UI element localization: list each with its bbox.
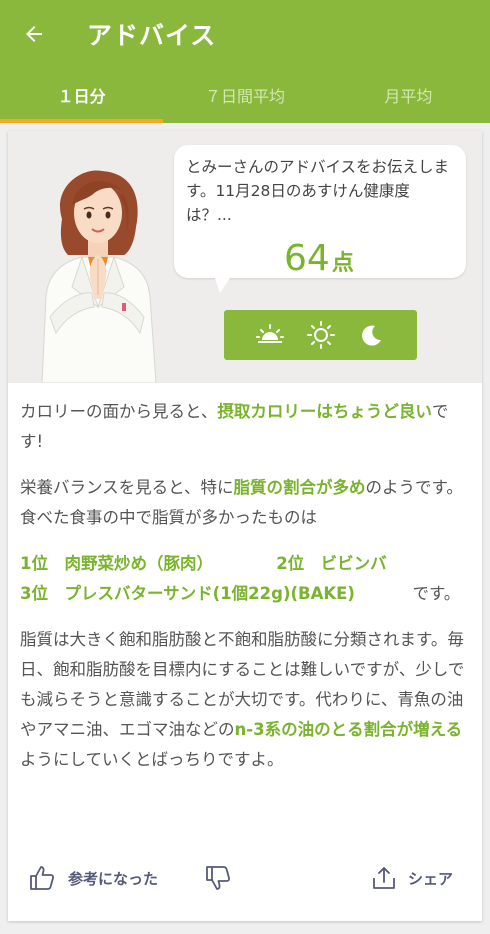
arrow-left-icon — [26, 26, 42, 42]
moon-icon[interactable] — [356, 319, 388, 351]
fat-detail-end: ようにしていくとばっちりですよ。 — [20, 750, 284, 769]
tab-seven-day-average[interactable]: ７日間平均 — [163, 67, 326, 123]
advice-body: カロリーの面から見ると、摂取カロリーはちょうど良いです! 栄養バランスを見ると、… — [20, 397, 466, 791]
advice-card: とみーさんのアドバイスをお伝えします。11月28日のあすけん健康度は？... 6… — [8, 131, 482, 921]
calorie-advice-highlight: 摂取カロリーはちょうど良い — [217, 402, 432, 421]
tab-one-day[interactable]: １日分 — [0, 67, 164, 123]
advisor-illustration — [41, 170, 157, 383]
fat-detail-advice: 脂質は大きく飽和脂肪酸と不飽和脂肪酸に分類されます。毎日、飽和脂肪酸を目標内にす… — [20, 625, 466, 775]
tab-monthly-average[interactable]: 月平均 — [327, 67, 490, 123]
calorie-advice: カロリーの面から見ると、摂取カロリーはちょうど良いです! — [20, 397, 466, 457]
share-button[interactable]: シェア — [370, 864, 453, 892]
fat-ranking-item-1: 1位 肉野菜炒め（豚肉） — [20, 554, 213, 573]
advice-hero: とみーさんのアドバイスをお伝えします。11月28日のあすけん健康度は？... 6… — [8, 131, 482, 383]
advice-actions: 参考になった シェア — [8, 856, 482, 906]
helpful-label: 参考になった — [68, 869, 159, 888]
share-label: シェア — [408, 869, 454, 888]
advice-intro-text: とみーさんのアドバイスをお伝えします。11月28日のあすけん健康度は？... — [186, 158, 450, 224]
helpful-button[interactable]: 参考になった — [28, 864, 158, 892]
sun-icon[interactable] — [305, 319, 337, 351]
period-tabs: １日分 ７日間平均 月平均 — [0, 67, 490, 123]
nutrition-advice-highlight: 脂質の割合が多め — [233, 478, 366, 497]
health-score-unit: 点 — [331, 251, 354, 276]
sunrise-icon[interactable] — [254, 319, 286, 351]
health-score: 64点 — [284, 239, 354, 284]
advice-speech-bubble: とみーさんのアドバイスをお伝えします。11月28日のあすけん健康度は？... 6… — [174, 145, 466, 279]
page-title: アドバイス — [87, 21, 217, 50]
app-bar: アドバイス — [0, 0, 490, 67]
nutrition-advice-text: 栄養バランスを見ると、特に — [20, 478, 234, 497]
not-helpful-button[interactable] — [204, 864, 232, 892]
nutrition-balance-advice: 栄養バランスを見ると、特に脂質の割合が多めのようです。食べた食事の中で脂質が多か… — [20, 473, 466, 533]
fat-ranking-end: です。 — [412, 584, 461, 603]
fat-ranking-item-3: 3位 プレスバターサンド(1個22g)(BAKE) — [20, 584, 355, 603]
fat-ranking: 1位 肉野菜炒め（豚肉） 2位 ビビンバ 3位 プレスバターサンド(1個22g)(… — [20, 549, 466, 609]
time-of-day-bar — [224, 310, 417, 360]
speech-bubble-tail — [214, 275, 232, 293]
thumbs-up-icon — [30, 866, 55, 890]
calorie-advice-text: カロリーの面から見ると、 — [20, 402, 218, 421]
back-button[interactable] — [14, 14, 54, 54]
thumbs-down-icon — [206, 866, 231, 890]
health-score-value: 64 — [284, 238, 330, 279]
fat-ranking-item-2: 2位 ビビンバ — [276, 554, 387, 573]
fat-detail-highlight: n-3系の油のとる割合が増える — [234, 720, 463, 739]
share-icon — [373, 867, 395, 889]
